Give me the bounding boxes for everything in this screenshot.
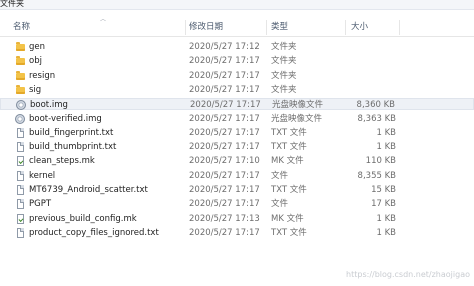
file-size: 1 KB	[376, 213, 396, 224]
file-modified-date: 2020/5/27 17:17	[189, 56, 260, 67]
file-modified-date: 2020/5/27 17:10	[189, 156, 260, 167]
file-type: 文件夹	[271, 56, 297, 67]
file-type: TXT 文件	[271, 227, 307, 238]
text-file-icon	[17, 227, 24, 238]
file-name: PGPT	[29, 199, 52, 210]
file-type: MK 文件	[271, 213, 304, 224]
mk-file-icon	[17, 213, 24, 224]
file-type: 文件	[271, 170, 289, 181]
file-row[interactable]: kernel 2020/5/27 17:17 文件 8,355 KB	[0, 170, 474, 182]
file-type: 光盘映像文件	[271, 113, 323, 124]
column-header-name[interactable]: 名称	[13, 19, 30, 36]
file-row[interactable]: previous_build_config.mk 2020/5/27 17:13 M…	[0, 213, 474, 225]
file-size: 1 KB	[376, 142, 396, 153]
file-name: gen	[29, 42, 46, 52]
file-name: MT6739_Android_scatter.txt	[29, 185, 148, 195]
column-header-bar: 名称 ︿ 修改日期 类型 大小	[0, 16, 474, 37]
file-name: product_copy_files_ignored.txt	[29, 227, 159, 238]
file-type: MK 文件	[271, 156, 304, 167]
file-type: TXT 文件	[271, 127, 307, 138]
file-row[interactable]: MT6739_Android_scatter.txt 2020/5/27 17:1…	[0, 184, 474, 196]
file-modified-date: 2020/5/27 17:17	[189, 185, 260, 195]
file-size: 15 KB	[371, 185, 396, 195]
column-header-type[interactable]: 类型	[271, 19, 288, 36]
file-row[interactable]: resign 2020/5/27 17:17 文件夹	[0, 70, 474, 82]
file-row[interactable]: build_thumbprint.txt 2020/5/27 17:17 TXT 文…	[0, 141, 474, 153]
file-row[interactable]: PGPT 2020/5/27 17:17 文件 17 KB	[0, 198, 474, 210]
folder-icon	[16, 84, 25, 94]
file-name: build_fingerprint.txt	[29, 127, 114, 138]
file-modified-date: 2020/5/27 17:17	[189, 113, 260, 124]
file-size: 8,360 KB	[356, 100, 395, 111]
file-modified-date: 2020/5/27 17:17	[189, 170, 260, 181]
column-divider[interactable]	[345, 20, 346, 35]
file-name: boot-verified.img	[29, 113, 102, 124]
text-file-icon	[17, 127, 24, 138]
column-divider[interactable]	[399, 20, 400, 35]
file-row[interactable]: product_copy_files_ignored.txt 2020/5/27 …	[0, 227, 474, 239]
file-type: 文件夹	[271, 70, 297, 81]
file-size: 1 KB	[376, 127, 396, 138]
disc-image-icon	[16, 100, 26, 111]
disc-image-icon	[15, 113, 25, 124]
text-file-icon	[17, 185, 24, 195]
column-header-size[interactable]: 大小	[351, 19, 368, 36]
window-titlebar: 文件夹	[0, 0, 474, 10]
file-name: sig	[29, 84, 42, 95]
file-modified-date: 2020/5/27 17:17	[189, 227, 260, 238]
file-modified-date: 2020/5/27 17:17	[189, 84, 260, 95]
file-icon	[17, 170, 24, 181]
file-row[interactable]: boot-verified.img 2020/5/27 17:17 光盘映像文件 8,…	[0, 113, 474, 125]
file-name: previous_build_config.mk	[29, 213, 137, 224]
file-row[interactable]: boot.img 2020/5/27 17:17 光盘映像文件 8,360 KB	[0, 98, 474, 111]
sort-arrow-icon: ︿	[100, 16, 107, 23]
file-name: build_thumbprint.txt	[29, 142, 117, 153]
file-modified-date: 2020/5/27 17:17	[189, 70, 260, 81]
column-divider[interactable]	[185, 20, 186, 35]
folder-icon	[16, 70, 25, 80]
file-row[interactable]: build_fingerprint.txt 2020/5/27 17:17 TXT …	[0, 127, 474, 139]
file-row[interactable]: gen 2020/5/27 17:12 文件夹	[0, 41, 474, 53]
file-modified-date: 2020/5/27 17:17	[189, 199, 260, 210]
file-size: 17 KB	[371, 199, 396, 210]
file-row[interactable]: clean_steps.mk 2020/5/27 17:10 MK 文件 110 KB	[0, 155, 474, 167]
file-type: 文件夹	[271, 84, 297, 95]
file-modified-date: 2020/5/27 17:17	[189, 142, 260, 153]
file-name: obj	[29, 56, 42, 67]
file-size: 8,363 KB	[357, 113, 396, 124]
file-modified-date: 2020/5/27 17:12	[189, 42, 260, 52]
folder-icon	[16, 42, 25, 51]
file-icon	[17, 199, 24, 210]
file-name: kernel	[29, 170, 56, 181]
file-modified-date: 2020/5/27 17:17	[189, 127, 260, 138]
file-type: 文件	[271, 199, 289, 210]
file-size: 8,355 KB	[357, 170, 396, 181]
watermark-text: https://blog.csdn.net/zhaojigao	[346, 270, 470, 279]
file-row[interactable]: obj 2020/5/27 17:17 文件夹	[0, 55, 474, 67]
file-size: 1 KB	[376, 227, 396, 238]
file-modified-date: 2020/5/27 17:17	[190, 100, 261, 111]
file-name: boot.img	[30, 100, 68, 111]
column-divider[interactable]	[266, 20, 267, 35]
file-row[interactable]: sig 2020/5/27 17:17 文件夹	[0, 84, 474, 96]
file-type: 光盘映像文件	[272, 100, 324, 111]
file-name: clean_steps.mk	[29, 156, 95, 167]
file-type: TXT 文件	[271, 185, 307, 195]
folder-icon	[16, 56, 25, 66]
text-file-icon	[17, 142, 24, 153]
file-size: 110 KB	[365, 156, 396, 167]
window-title: 文件夹	[0, 0, 24, 8]
column-header-date[interactable]: 修改日期	[189, 19, 223, 36]
mk-file-icon	[17, 156, 24, 167]
file-modified-date: 2020/5/27 17:13	[189, 213, 260, 224]
file-type: 文件夹	[271, 42, 297, 52]
file-name: resign	[29, 70, 56, 81]
file-type: TXT 文件	[271, 142, 307, 153]
